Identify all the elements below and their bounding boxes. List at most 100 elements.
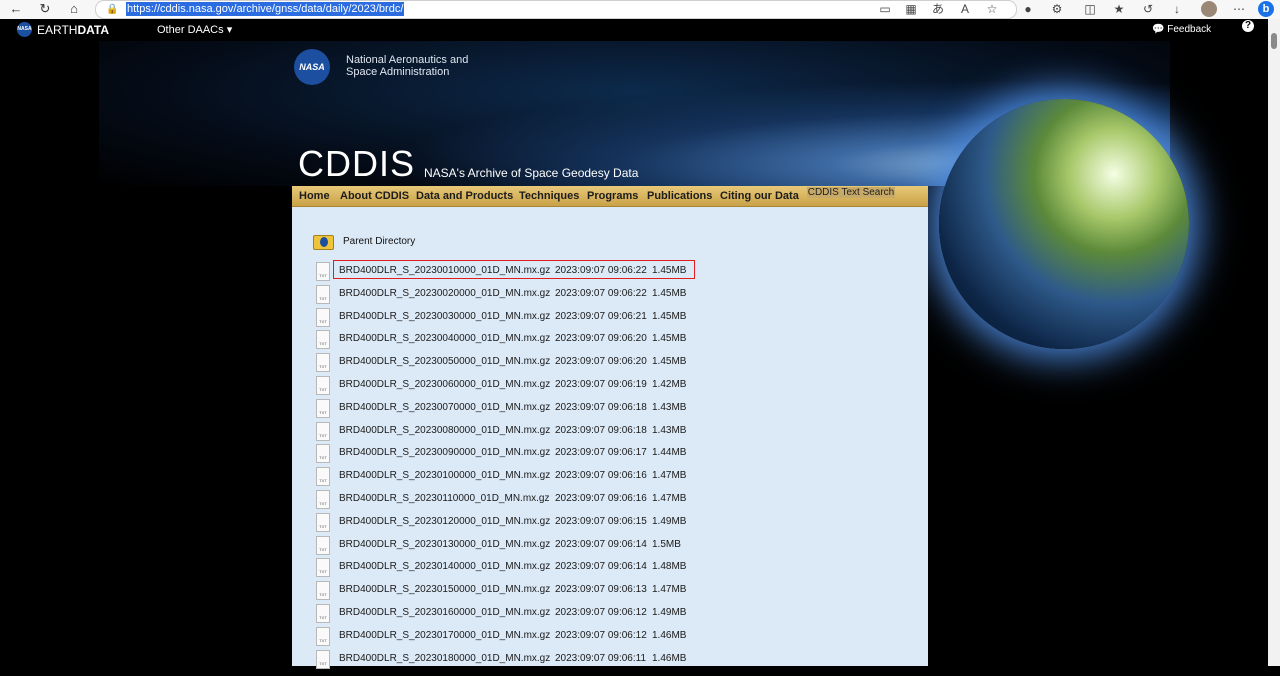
more-icon[interactable]: ⋯ bbox=[1229, 0, 1249, 18]
shield-icon[interactable]: ● bbox=[1018, 0, 1038, 18]
file-icon[interactable]: TXT bbox=[316, 558, 330, 577]
file-name-link[interactable]: BRD400DLR_S_20230040000_01D_MN.mx.gz bbox=[339, 332, 550, 345]
refresh-icon[interactable]: ↻ bbox=[35, 0, 55, 18]
bing-icon[interactable]: b bbox=[1258, 1, 1274, 17]
file-icon[interactable]: TXT bbox=[316, 513, 330, 532]
file-name-link[interactable]: BRD400DLR_S_20230140000_01D_MN.mx.gz bbox=[339, 560, 550, 573]
file-icon[interactable]: TXT bbox=[316, 490, 330, 509]
file-date: 2023:09:07 09:06:16 bbox=[555, 470, 647, 481]
menu-citing[interactable]: Citing our Data bbox=[720, 188, 799, 204]
file-date: 2023:09:07 09:06:18 bbox=[555, 425, 647, 436]
file-icon[interactable]: TXT bbox=[316, 308, 330, 327]
file-size: 1.46MB bbox=[652, 653, 687, 664]
site-subtitle: NASA's Archive of Space Geodesy Data bbox=[424, 166, 639, 180]
file-date: 2023:09:07 09:06:18 bbox=[555, 402, 647, 413]
file-size: 1.45MB bbox=[652, 333, 687, 344]
text-search-button[interactable]: CDDIS Text Search bbox=[807, 187, 895, 198]
file-size: 1.46MB bbox=[652, 630, 687, 641]
file-row: TXT BRD400DLR_S_20230090000_01D_MN.mx.gz 2… bbox=[0, 444, 1280, 463]
translate-icon[interactable]: あ bbox=[928, 0, 948, 18]
file-row: TXT BRD400DLR_S_20230040000_01D_MN.mx.gz 2… bbox=[0, 330, 1280, 349]
nasa-logo[interactable]: NASA bbox=[294, 49, 330, 85]
avatar[interactable] bbox=[1201, 1, 1217, 17]
file-row: TXT BRD400DLR_S_20230170000_01D_MN.mx.gz 2… bbox=[0, 627, 1280, 646]
file-name-link[interactable]: BRD400DLR_S_20230030000_01D_MN.mx.gz bbox=[339, 310, 550, 323]
file-icon[interactable]: TXT bbox=[316, 467, 330, 486]
file-row: TXT BRD400DLR_S_20230130000_01D_MN.mx.gz 2… bbox=[0, 536, 1280, 555]
file-date: 2023:09:07 09:06:20 bbox=[555, 333, 647, 344]
read-view-icon[interactable]: A bbox=[955, 0, 975, 18]
file-name-link[interactable]: BRD400DLR_S_20230090000_01D_MN.mx.gz bbox=[339, 446, 550, 459]
apps-icon[interactable]: ▦ bbox=[901, 0, 921, 18]
read-aloud-icon[interactable]: ▭ bbox=[875, 0, 895, 18]
help-icon[interactable]: ? bbox=[1242, 20, 1254, 32]
browser-toolbar: ← ↻ ⌂ 🔒 https://cddis.nasa.gov/archive/g… bbox=[0, 0, 1280, 20]
scroll-thumb[interactable] bbox=[1271, 33, 1277, 49]
back-icon[interactable]: ← bbox=[6, 0, 26, 18]
parent-directory-icon[interactable] bbox=[313, 235, 334, 250]
lock-icon[interactable]: 🔒 bbox=[106, 1, 118, 18]
site-title[interactable]: CDDIS bbox=[298, 144, 415, 184]
file-icon[interactable]: TXT bbox=[316, 376, 330, 395]
home-icon[interactable]: ⌂ bbox=[64, 0, 84, 18]
file-icon[interactable]: TXT bbox=[316, 422, 330, 441]
other-daacs-menu[interactable]: Other DAACs ▾ bbox=[157, 22, 232, 38]
nasa-meatball-icon[interactable]: NASA bbox=[17, 22, 32, 37]
menu-about[interactable]: About CDDIS bbox=[340, 188, 409, 204]
url-text[interactable]: https://cddis.nasa.gov/archive/gnss/data… bbox=[126, 2, 405, 16]
file-size: 1.48MB bbox=[652, 561, 687, 572]
history-icon[interactable]: ↺ bbox=[1138, 0, 1158, 18]
file-date: 2023:09:07 09:06:17 bbox=[555, 447, 647, 458]
file-row: TXT BRD400DLR_S_20230110000_01D_MN.mx.gz 2… bbox=[0, 490, 1280, 509]
file-name-link[interactable]: BRD400DLR_S_20230050000_01D_MN.mx.gz bbox=[339, 355, 550, 368]
selection-highlight bbox=[333, 260, 695, 279]
file-name-link[interactable]: BRD400DLR_S_20230070000_01D_MN.mx.gz bbox=[339, 401, 550, 414]
download-icon[interactable]: ↓ bbox=[1167, 0, 1187, 18]
file-name-link[interactable]: BRD400DLR_S_20230120000_01D_MN.mx.gz bbox=[339, 515, 550, 528]
file-icon[interactable]: TXT bbox=[316, 285, 330, 304]
file-icon[interactable]: TXT bbox=[316, 650, 330, 669]
file-date: 2023:09:07 09:06:12 bbox=[555, 630, 647, 641]
file-date: 2023:09:07 09:06:15 bbox=[555, 516, 647, 527]
file-size: 1.43MB bbox=[652, 402, 687, 413]
file-icon[interactable]: TXT bbox=[316, 581, 330, 600]
file-size: 1.49MB bbox=[652, 607, 687, 618]
file-size: 1.45MB bbox=[652, 311, 687, 322]
menu-programs[interactable]: Programs bbox=[587, 188, 638, 204]
file-size: 1.49MB bbox=[652, 516, 687, 527]
file-name-link[interactable]: BRD400DLR_S_20230150000_01D_MN.mx.gz bbox=[339, 583, 550, 596]
file-name-link[interactable]: BRD400DLR_S_20230100000_01D_MN.mx.gz bbox=[339, 469, 550, 482]
file-row: TXT BRD400DLR_S_20230140000_01D_MN.mx.gz 2… bbox=[0, 558, 1280, 577]
split-screen-icon[interactable]: ◫ bbox=[1080, 0, 1100, 18]
file-name-link[interactable]: BRD400DLR_S_20230160000_01D_MN.mx.gz bbox=[339, 606, 550, 619]
file-icon[interactable]: TXT bbox=[316, 536, 330, 555]
file-icon[interactable]: TXT bbox=[316, 353, 330, 372]
extensions-icon[interactable]: ⚙ bbox=[1047, 0, 1067, 18]
file-name-link[interactable]: BRD400DLR_S_20230130000_01D_MN.mx.gz bbox=[339, 538, 550, 551]
earthdata-brand[interactable]: EARTHDATA bbox=[37, 22, 109, 38]
file-icon[interactable]: TXT bbox=[316, 330, 330, 349]
file-icon[interactable]: TXT bbox=[316, 399, 330, 418]
menu-techniques[interactable]: Techniques bbox=[519, 188, 579, 204]
file-icon[interactable]: TXT bbox=[316, 627, 330, 646]
file-icon[interactable]: TXT bbox=[316, 604, 330, 623]
parent-directory-link[interactable]: Parent Directory bbox=[343, 235, 415, 248]
file-name-link[interactable]: BRD400DLR_S_20230170000_01D_MN.mx.gz bbox=[339, 629, 550, 642]
file-size: 1.47MB bbox=[652, 493, 687, 504]
feedback-link[interactable]: 💬 Feedback bbox=[1152, 22, 1211, 38]
file-name-link[interactable]: BRD400DLR_S_20230110000_01D_MN.mx.gz bbox=[339, 492, 550, 505]
file-icon[interactable]: TXT bbox=[316, 444, 330, 463]
file-row: TXT BRD400DLR_S_20230080000_01D_MN.mx.gz 2… bbox=[0, 422, 1280, 441]
file-icon[interactable]: TXT bbox=[316, 262, 330, 281]
file-name-link[interactable]: BRD400DLR_S_20230020000_01D_MN.mx.gz bbox=[339, 287, 550, 300]
file-size: 1.47MB bbox=[652, 470, 687, 481]
file-name-link[interactable]: BRD400DLR_S_20230080000_01D_MN.mx.gz bbox=[339, 424, 550, 437]
favorites-icon[interactable]: ★ bbox=[1109, 0, 1129, 18]
menu-data-products[interactable]: Data and Products bbox=[416, 188, 513, 204]
menu-home[interactable]: Home bbox=[299, 188, 330, 204]
menu-publications[interactable]: Publications bbox=[647, 188, 712, 204]
file-date: 2023:09:07 09:06:12 bbox=[555, 607, 647, 618]
file-name-link[interactable]: BRD400DLR_S_20230060000_01D_MN.mx.gz bbox=[339, 378, 550, 391]
file-name-link[interactable]: BRD400DLR_S_20230180000_01D_MN.mx.gz bbox=[339, 652, 550, 665]
favorite-icon[interactable]: ☆ bbox=[982, 0, 1002, 18]
